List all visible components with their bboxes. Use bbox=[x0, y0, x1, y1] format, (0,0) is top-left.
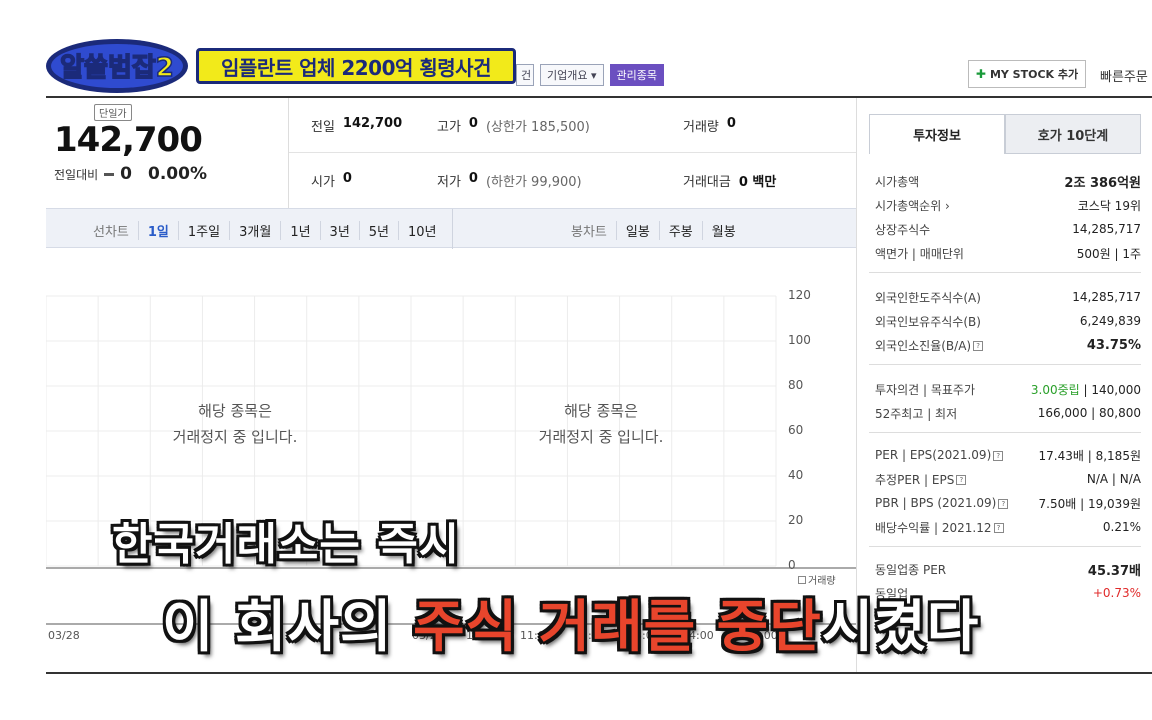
candle-chart-tabs: 봉차트 일봉 주봉 월봉 bbox=[562, 221, 745, 240]
show-logo: 알쓸범잡2 bbox=[44, 36, 190, 96]
open-price: 시가 0 bbox=[311, 171, 352, 190]
change-value: 0 bbox=[120, 164, 133, 184]
volume: 거래량 0 bbox=[683, 115, 736, 135]
info-tabs: 투자정보 호가 10단계 bbox=[869, 114, 1141, 154]
tab-period-5[interactable]: 5년 bbox=[360, 221, 400, 240]
trade-amount: 거래대금 0 백만 bbox=[683, 175, 777, 190]
y-tick-label: 80 bbox=[788, 378, 804, 392]
help-icon[interactable]: ? bbox=[973, 341, 984, 351]
prev-close: 전일 142,700 bbox=[311, 115, 403, 135]
chart-tabs: 선차트 1일 1주일 3개월 1년 3년 5년 10년 봉차트 일봉 주봉 월봉 bbox=[46, 208, 856, 249]
tab-candle-0[interactable]: 일봉 bbox=[617, 221, 660, 240]
halt-message-right: 해당 종목은 거래정지 중 입니다. bbox=[538, 402, 664, 446]
separator bbox=[869, 364, 1141, 365]
tab-candle-chart[interactable]: 봉차트 bbox=[562, 221, 617, 240]
market-cap: 시가총액 2조 386억원 bbox=[875, 174, 1141, 191]
help-icon[interactable]: ? bbox=[993, 523, 1004, 533]
tab-line-chart[interactable]: 선차트 bbox=[84, 221, 139, 240]
episode-title: 임플란트 업체 2200억 횡령사건 bbox=[196, 48, 516, 84]
price-summary: 단일가 142,700 전일대비 0 0.00% bbox=[46, 98, 288, 208]
listed-shares: 상장주식수 14,285,717 bbox=[875, 222, 1141, 237]
sector-per: 동일업종 PER 45.37배 bbox=[875, 562, 1141, 579]
high-price: 고가 0 (상한가 185,500) bbox=[437, 115, 590, 135]
halt-message-left: 해당 종목은 거래정지 중 입니다. bbox=[172, 402, 298, 446]
tab-period-2[interactable]: 3개월 bbox=[230, 221, 282, 240]
quote-grid: 전일 142,700 고가 0 (상한가 185,500) 거래량 0 시가 0 저가 0(… bbox=[288, 98, 857, 208]
y-tick-label: 20 bbox=[788, 513, 804, 527]
dividend-yield: 배당수익률 | 2021.12? 0.21% bbox=[875, 520, 1141, 535]
week52-range: 52주최고 | 최저 166,000 | 80,800 bbox=[875, 406, 1141, 421]
y-tick-label: 60 bbox=[788, 423, 804, 437]
x-tick-label: 03/28 bbox=[48, 629, 80, 642]
subtitle-line-1: 한국거래소는 즉시 bbox=[112, 519, 461, 570]
tab-period-6[interactable]: 10년 bbox=[399, 221, 446, 240]
subtitle-highlight: 주식 거래를 중단 bbox=[413, 595, 822, 660]
show-logo-text: 알쓸범잡2 bbox=[60, 53, 174, 83]
change-label: 전일대비 bbox=[54, 167, 99, 182]
tabs-divider bbox=[452, 209, 453, 249]
flat-icon bbox=[104, 172, 115, 176]
help-icon[interactable]: ? bbox=[998, 498, 1009, 509]
tab-period-0[interactable]: 1일 bbox=[139, 221, 179, 240]
my-stock-label: MY STOCK 추가 bbox=[989, 68, 1079, 81]
opinion-target: 투자의견 | 목표주가 3.00중립 | 140,000 bbox=[875, 382, 1141, 397]
tab-investment-info[interactable]: 투자정보 bbox=[869, 114, 1005, 154]
y-tick-label: 120 bbox=[788, 288, 811, 302]
low-price: 저가 0 (하한가 99,900) bbox=[437, 171, 582, 190]
separator bbox=[869, 272, 1141, 273]
change-row: 전일대비 0 0.00% bbox=[54, 164, 207, 184]
subtitle-line-2: 이 회사의 주식 거래를 중단시켰다 bbox=[162, 595, 980, 660]
y-tick-label: 0 bbox=[788, 558, 796, 572]
est-per-eps: 추정PER | EPS? N/A | N/A bbox=[875, 472, 1141, 487]
line-chart-tabs: 선차트 1일 1주일 3개월 1년 3년 5년 10년 bbox=[84, 221, 446, 240]
tab-period-1[interactable]: 1주일 bbox=[179, 221, 231, 240]
foreign-ratio: 외국인소진율(B/A)? 43.75% bbox=[875, 337, 1141, 353]
stock-tags: 건 기업개요 ▾ 관리종목 bbox=[516, 64, 664, 86]
change-percent: 0.00% bbox=[148, 164, 207, 184]
tab-candle-1[interactable]: 주봉 bbox=[660, 221, 703, 240]
help-icon[interactable]: ? bbox=[956, 475, 967, 485]
show-logo-badge: 알쓸범잡2 bbox=[46, 39, 188, 93]
tab-period-3[interactable]: 1년 bbox=[281, 221, 321, 240]
quick-order-link[interactable]: 빠른주문 bbox=[1100, 66, 1148, 85]
company-overview-dropdown[interactable]: 기업개요 ▾ bbox=[540, 64, 604, 86]
tab-period-4[interactable]: 3년 bbox=[321, 221, 360, 240]
separator bbox=[869, 432, 1141, 433]
y-tick-label: 100 bbox=[788, 333, 811, 347]
quote-row: 시가 0 저가 0 (하한가 99,900) 거래대금 0 백만 bbox=[289, 153, 857, 208]
par-value: 액면가 | 매매단위 500원 | 1주 bbox=[875, 246, 1141, 261]
current-price: 142,700 bbox=[54, 120, 203, 160]
foreign-holdings: 외국인보유주식수(B) 6,249,839 bbox=[875, 314, 1141, 329]
plus-icon: ✚ bbox=[975, 67, 986, 81]
y-tick-label: 40 bbox=[788, 468, 804, 482]
help-icon[interactable]: ? bbox=[993, 450, 1004, 461]
single-price-badge: 단일가 bbox=[94, 104, 132, 121]
separator bbox=[869, 546, 1141, 547]
bottom-rule bbox=[46, 672, 1152, 674]
tab-candle-2[interactable]: 월봉 bbox=[703, 221, 745, 240]
per-eps: PER | EPS(2021.09)? 17.43배 | 8,185원 bbox=[875, 448, 1141, 463]
quote-row: 전일 142,700 고가 0 (상한가 185,500) 거래량 0 bbox=[289, 98, 857, 153]
tab-quote-10[interactable]: 호가 10단계 bbox=[1005, 114, 1141, 154]
my-stock-add-button[interactable]: ✚ MY STOCK 추가 bbox=[968, 60, 1086, 88]
tag-partial[interactable]: 건 bbox=[516, 64, 534, 86]
foreign-limit: 외국인한도주식수(A) 14,285,717 bbox=[875, 290, 1141, 305]
pbr-bps: PBR | BPS (2021.09)? 7.50배 | 19,039원 bbox=[875, 496, 1141, 511]
managed-stock-badge: 관리종목 bbox=[609, 64, 664, 86]
market-cap-rank[interactable]: 시가총액순위 › 코스닥 19위 bbox=[875, 194, 1141, 216]
